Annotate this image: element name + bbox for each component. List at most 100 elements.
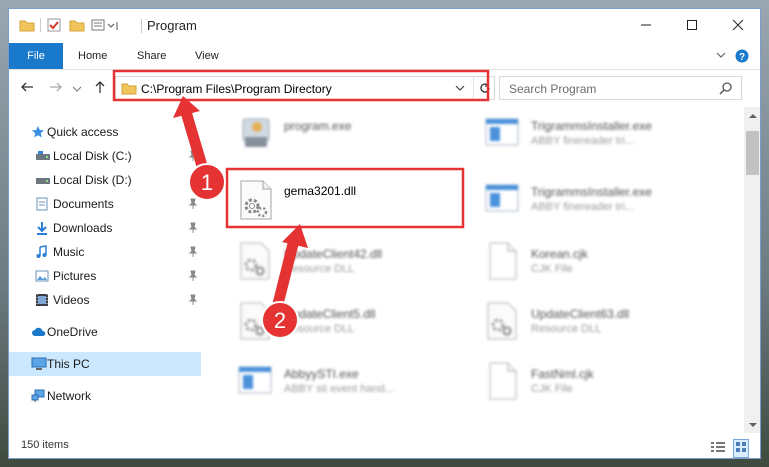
nav-quick-access[interactable]: Quick access [9, 120, 201, 144]
file-name: TrigrammsInstaller.exe [531, 119, 652, 133]
nav-label: OneDrive [47, 325, 98, 339]
window-title: Program [147, 18, 197, 33]
list-item[interactable]: Korean.cjk CJK File [482, 241, 722, 297]
pin-icon[interactable] [188, 150, 198, 165]
videos-icon [35, 293, 49, 307]
search-icon[interactable] [719, 81, 733, 98]
folder-icon [19, 18, 35, 35]
properties-icon[interactable] [47, 18, 61, 35]
pin-icon[interactable] [188, 270, 198, 285]
ribbon: File Home Share View ? [9, 43, 760, 70]
address-dropdown-icon[interactable] [454, 80, 466, 99]
tab-view[interactable]: View [195, 50, 219, 62]
title-separator [141, 19, 142, 33]
nav-label: Pictures [53, 269, 97, 283]
list-item[interactable]: program.exe [235, 113, 475, 169]
pin-icon[interactable] [188, 198, 198, 213]
item-count: 150 items [21, 439, 69, 451]
list-item[interactable]: AbbyySTI.exe ABBY sti event hand... [235, 361, 475, 417]
file-name: UpdateClient63.dll [531, 307, 630, 321]
list-item[interactable]: UpdateClient42.dll Resource DLL [235, 241, 475, 297]
file-list: program.exe TrigrammsInstaller.exe ABBY … [206, 107, 744, 433]
installer-icon [235, 113, 275, 156]
search-input[interactable]: Search Program [509, 82, 596, 96]
documents-icon [35, 197, 49, 211]
downloads-icon [35, 221, 49, 235]
scrollbar-thumb[interactable] [746, 131, 759, 175]
forward-arrow-icon[interactable] [49, 80, 63, 97]
file-description: ABBY finereader tri... [531, 135, 635, 147]
dll-gear-icon [235, 179, 279, 226]
maximize-button[interactable] [669, 9, 715, 41]
address-path[interactable]: C:\Program Files\Program Directory [141, 82, 332, 96]
nav-videos[interactable]: Videos [9, 288, 201, 312]
new-folder-icon[interactable] [69, 18, 85, 35]
drive-icon [35, 173, 50, 187]
list-item[interactable]: TrigrammsInstaller.exe ABBY finereader t… [482, 113, 722, 169]
list-item[interactable]: UpdateClient63.dll Resource DLL [482, 301, 722, 357]
tab-file[interactable]: File [9, 43, 63, 69]
close-button[interactable] [715, 9, 760, 41]
list-item[interactable]: TrigrammsInstaller.exe ABBY finereader t… [482, 179, 722, 235]
nav-documents[interactable]: Documents [9, 192, 201, 216]
nav-local-disk-d[interactable]: Local Disk (D:) [9, 168, 201, 192]
file-description: Resource DLL [284, 263, 355, 275]
vertical-scrollbar[interactable] [744, 107, 760, 433]
pin-icon[interactable] [188, 294, 198, 309]
scroll-down-icon[interactable] [744, 416, 760, 433]
file-name: Korean.cjk [531, 247, 588, 261]
tab-share[interactable]: Share [137, 50, 166, 62]
svg-text:?: ? [739, 52, 745, 63]
list-item[interactable]: gema3201.dll [235, 179, 475, 235]
search-box[interactable]: Search Program [499, 76, 742, 100]
file-name: UpdateClient42.dll [284, 247, 383, 261]
refresh-button[interactable] [473, 77, 495, 99]
file-name: program.exe [284, 119, 352, 133]
list-item[interactable]: FastNml.cjk CJK File [482, 361, 722, 417]
customize-toolbar-icon[interactable] [91, 18, 121, 35]
title-bar: Program [9, 9, 760, 41]
large-icons-view-icon[interactable] [733, 439, 749, 458]
app-window-icon [482, 179, 522, 222]
nav-label: Quick access [47, 125, 119, 139]
list-item[interactable]: UpdateClient5.dll Resource DLL [235, 301, 475, 357]
dll-gear-icon [235, 301, 275, 344]
scroll-up-icon[interactable] [744, 107, 760, 124]
pin-icon[interactable] [188, 174, 198, 189]
pin-icon[interactable] [188, 246, 198, 261]
help-icon[interactable]: ? [735, 49, 749, 66]
nav-pictures[interactable]: Pictures [9, 264, 201, 288]
nav-label: Documents [53, 197, 114, 211]
dll-gear-icon [482, 301, 522, 344]
nav-network[interactable]: Network [9, 384, 201, 408]
file-description: Resource DLL [284, 323, 355, 335]
network-icon [31, 389, 45, 403]
recent-locations-chevron-icon[interactable] [72, 81, 82, 97]
nav-this-pc[interactable]: This PC [9, 352, 201, 376]
app-window-icon [482, 113, 522, 156]
nav-onedrive[interactable]: OneDrive [9, 320, 201, 344]
navigation-pane: Quick access Local Disk (C:) Local Disk … [9, 107, 206, 433]
address-bar[interactable]: C:\Program Files\Program Directory [115, 76, 495, 100]
details-view-icon[interactable] [710, 440, 726, 457]
nav-music[interactable]: Music [9, 240, 201, 264]
dll-gear-icon [235, 241, 275, 284]
folder-icon [121, 81, 137, 98]
ribbon-expand-chevron-icon[interactable] [715, 49, 727, 64]
app-window-icon [235, 361, 275, 404]
pictures-icon [35, 269, 49, 283]
nav-label: Music [53, 245, 85, 259]
refresh-icon [479, 83, 490, 93]
nav-label: This PC [47, 357, 90, 371]
back-arrow-icon[interactable] [20, 80, 34, 97]
pin-icon[interactable] [188, 222, 198, 237]
file-name: UpdateClient5.dll [284, 307, 376, 321]
minimize-button[interactable] [623, 9, 669, 41]
tab-home[interactable]: Home [78, 50, 107, 62]
file-description: CJK File [531, 263, 573, 275]
nav-label: Network [47, 389, 92, 403]
star-icon [31, 125, 45, 139]
nav-downloads[interactable]: Downloads [9, 216, 201, 240]
up-arrow-icon[interactable] [93, 80, 107, 97]
nav-local-disk-c[interactable]: Local Disk (C:) [9, 144, 201, 168]
